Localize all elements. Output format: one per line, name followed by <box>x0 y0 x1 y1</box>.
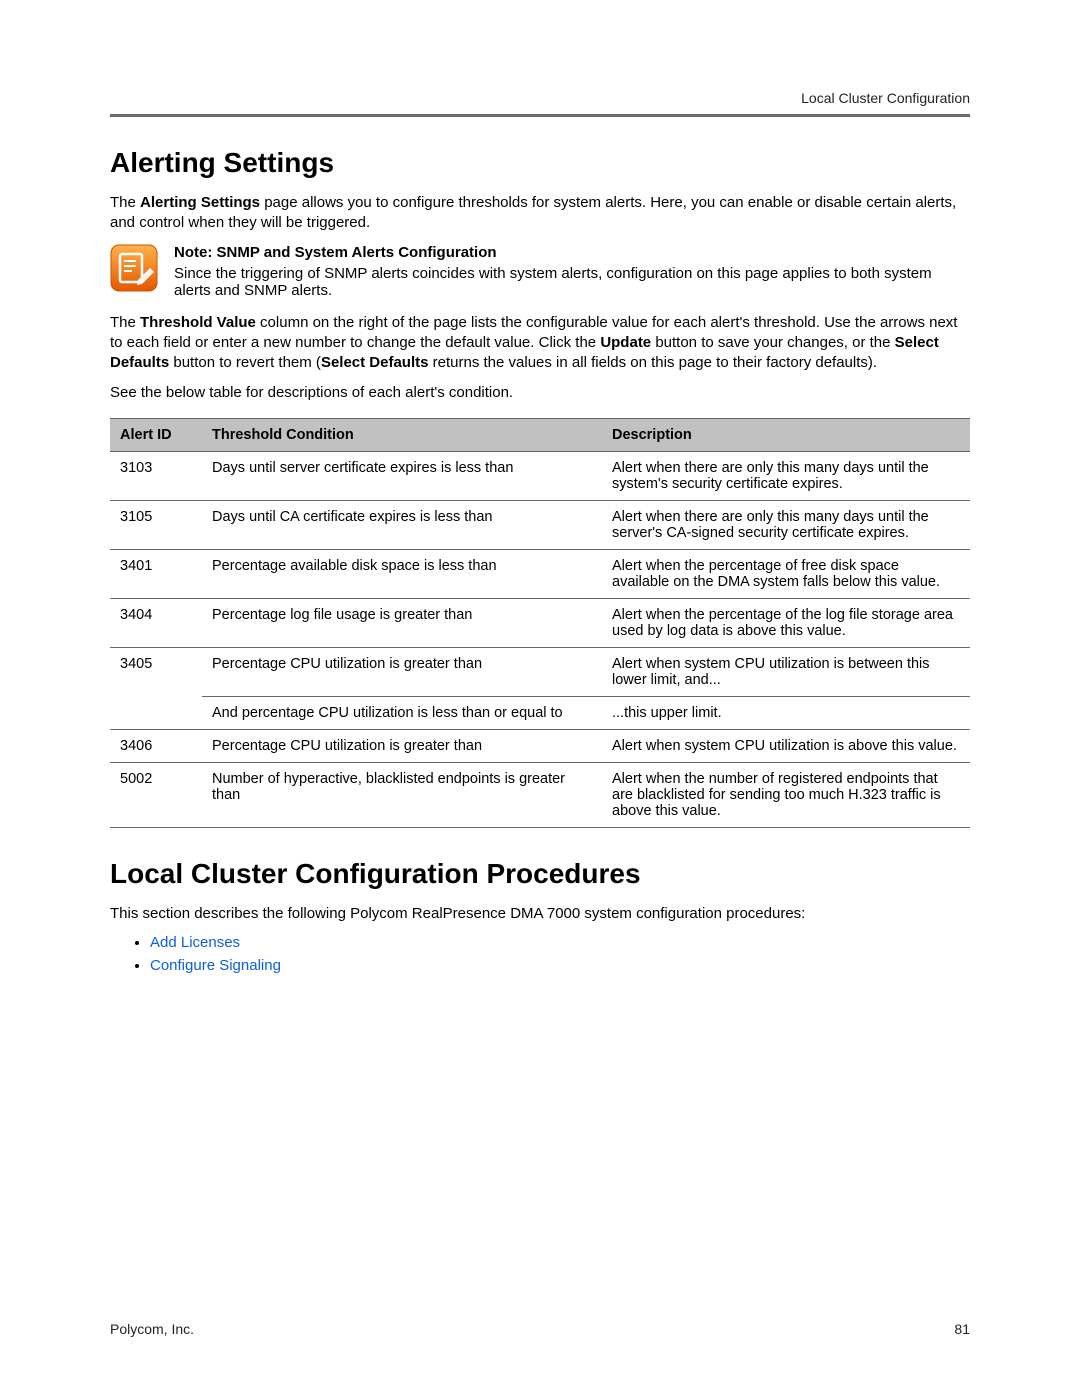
cell-alert-id: 3404 <box>110 598 202 647</box>
col-threshold-condition: Threshold Condition <box>202 418 602 451</box>
procedures-list: Add Licenses Configure Signaling <box>150 934 970 974</box>
cell-alert-id: 3105 <box>110 500 202 549</box>
table-row: 3404 Percentage log file usage is greate… <box>110 598 970 647</box>
table-row: 3401 Percentage available disk space is … <box>110 549 970 598</box>
footer-company: Polycom, Inc. <box>110 1321 194 1337</box>
text: button to save your changes, or the <box>651 334 895 351</box>
cell-description: Alert when there are only this many days… <box>602 500 970 549</box>
table-row: 3105 Days until CA certificate expires i… <box>110 500 970 549</box>
text: button to revert them ( <box>169 354 321 371</box>
table-header-row: Alert ID Threshold Condition Description <box>110 418 970 451</box>
note-body: Note: SNMP and System Alerts Configurati… <box>174 244 970 299</box>
bold-text: Threshold Value <box>140 314 256 331</box>
table-row: 3406 Percentage CPU utilization is great… <box>110 729 970 762</box>
alerts-table: Alert ID Threshold Condition Description… <box>110 418 970 828</box>
note-title: Note: SNMP and System Alerts Configurati… <box>174 244 970 261</box>
table-row: 5002 Number of hyperactive, blacklisted … <box>110 762 970 827</box>
note-text: Since the triggering of SNMP alerts coin… <box>174 265 970 299</box>
table-row: And percentage CPU utilization is less t… <box>110 696 970 729</box>
note-icon <box>110 244 158 292</box>
list-item: Configure Signaling <box>150 957 970 974</box>
see-table-paragraph: See the below table for descriptions of … <box>110 383 970 403</box>
cell-description: Alert when system CPU utilization is bet… <box>602 647 970 696</box>
footer-page-number: 81 <box>954 1321 970 1337</box>
table-row: 3405 Percentage CPU utilization is great… <box>110 647 970 696</box>
bold-text: Update <box>600 334 651 351</box>
cell-condition: And percentage CPU utilization is less t… <box>202 696 602 729</box>
cell-condition: Percentage log file usage is greater tha… <box>202 598 602 647</box>
threshold-paragraph: The Threshold Value column on the right … <box>110 313 970 374</box>
header-rule <box>110 114 970 117</box>
bold-text: Alerting Settings <box>140 194 260 211</box>
link-configure-signaling[interactable]: Configure Signaling <box>150 957 281 974</box>
cell-description: Alert when the percentage of the log fil… <box>602 598 970 647</box>
cell-alert-id <box>110 696 202 729</box>
cell-alert-id: 3406 <box>110 729 202 762</box>
section-title-procedures: Local Cluster Configuration Procedures <box>110 858 970 890</box>
note-block: Note: SNMP and System Alerts Configurati… <box>110 244 970 299</box>
list-item: Add Licenses <box>150 934 970 951</box>
bold-text: Select Defaults <box>321 354 429 371</box>
cell-description: ...this upper limit. <box>602 696 970 729</box>
cell-description: Alert when the number of registered endp… <box>602 762 970 827</box>
document-page: Local Cluster Configuration Alerting Set… <box>0 0 1080 1397</box>
cell-condition: Days until CA certificate expires is les… <box>202 500 602 549</box>
cell-alert-id: 5002 <box>110 762 202 827</box>
page-footer: Polycom, Inc. 81 <box>110 1321 970 1337</box>
page-header: Local Cluster Configuration <box>110 90 970 117</box>
intro-paragraph: The Alerting Settings page allows you to… <box>110 193 970 234</box>
text: The <box>110 194 140 211</box>
link-add-licenses[interactable]: Add Licenses <box>150 934 240 951</box>
section-title-alerting: Alerting Settings <box>110 147 970 179</box>
cell-condition: Number of hyperactive, blacklisted endpo… <box>202 762 602 827</box>
cell-condition: Days until server certificate expires is… <box>202 451 602 500</box>
text: The <box>110 314 140 331</box>
cell-description: Alert when the percentage of free disk s… <box>602 549 970 598</box>
cell-alert-id: 3103 <box>110 451 202 500</box>
cell-condition: Percentage CPU utilization is greater th… <box>202 647 602 696</box>
procedures-intro: This section describes the following Pol… <box>110 904 970 924</box>
table-row: 3103 Days until server certificate expir… <box>110 451 970 500</box>
cell-description: Alert when there are only this many days… <box>602 451 970 500</box>
text: returns the values in all fields on this… <box>428 354 877 371</box>
col-description: Description <box>602 418 970 451</box>
header-label: Local Cluster Configuration <box>110 90 970 114</box>
cell-alert-id: 3401 <box>110 549 202 598</box>
cell-alert-id: 3405 <box>110 647 202 696</box>
cell-condition: Percentage CPU utilization is greater th… <box>202 729 602 762</box>
cell-description: Alert when system CPU utilization is abo… <box>602 729 970 762</box>
col-alert-id: Alert ID <box>110 418 202 451</box>
cell-condition: Percentage available disk space is less … <box>202 549 602 598</box>
